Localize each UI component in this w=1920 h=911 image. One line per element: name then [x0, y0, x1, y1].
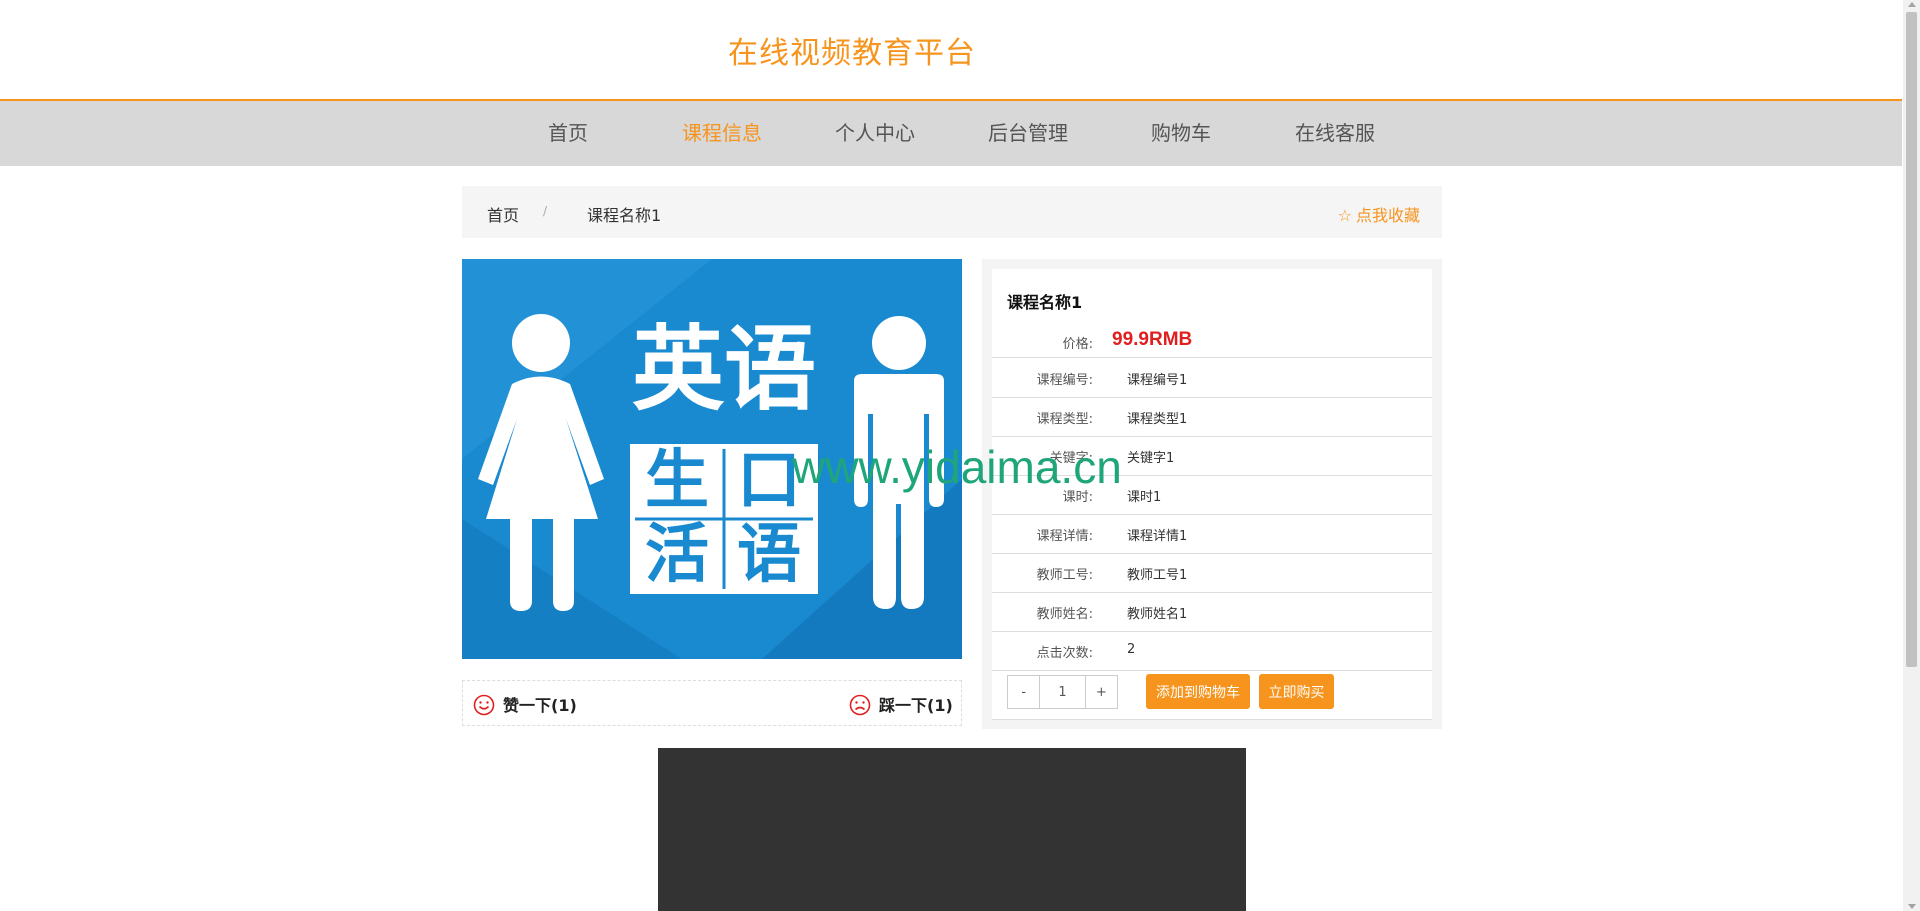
breadcrumb-current: 课程名称1 [587, 206, 662, 225]
nav-item-personal-center[interactable]: 个人中心 [835, 117, 915, 146]
star-icon: ☆ [1337, 206, 1352, 225]
page-scrollbar[interactable] [1903, 0, 1920, 911]
course-info-panel: 课程名称1 价格: 99.9RMB 课程编号: 课程编号1 课程类型: 课程类型… [982, 259, 1442, 729]
price-value: 99.9RMB [1112, 329, 1193, 350]
course-info-card: 课程名称1 价格: 99.9RMB 课程编号: 课程编号1 课程类型: 课程类型… [992, 269, 1432, 720]
detail-row: 点击次数: 2 [992, 631, 1432, 671]
detail-row: 课程类型: 课程类型1 [992, 397, 1432, 437]
scroll-up-arrow-icon[interactable] [1908, 2, 1916, 7]
detail-value: 课程类型1 [1127, 412, 1188, 427]
detail-value: 2 [1127, 642, 1136, 657]
price-row: 价格: 99.9RMB [992, 325, 1432, 358]
detail-label: 课程详情: [1036, 529, 1093, 544]
nav-item-home[interactable]: 首页 [548, 117, 588, 146]
smile-icon [473, 694, 495, 720]
quantity-stepper: - 1 + [1007, 675, 1118, 709]
downvote-button[interactable]: 踩一下(1) [849, 692, 953, 720]
scroll-down-arrow-icon[interactable] [1908, 904, 1916, 909]
nav-item-customer-service[interactable]: 在线客服 [1295, 117, 1375, 146]
detail-label: 教师姓名: [1036, 607, 1093, 622]
detail-label: 教师工号: [1036, 568, 1093, 583]
site-title: 在线视频教育平台 [728, 36, 976, 71]
favorite-button[interactable]: ☆ 点我收藏 [1338, 202, 1420, 226]
price-label: 价格: [1062, 337, 1093, 352]
upvote-label: 赞一下(1) [503, 696, 577, 715]
buy-now-button[interactable]: 立即购买 [1259, 674, 1334, 709]
upvote-button[interactable]: 赞一下(1) [473, 692, 577, 720]
detail-label: 点击次数: [1036, 646, 1093, 661]
divider [992, 719, 1432, 720]
image-grid-char-3: 活 [645, 518, 709, 592]
detail-value: 课程详情1 [1127, 529, 1188, 544]
detail-value: 课程编号1 [1127, 373, 1188, 388]
detail-label: 课程编号: [1036, 373, 1093, 388]
detail-value: 关键字1 [1127, 451, 1175, 466]
nav-item-course-info[interactable]: 课程信息 [682, 117, 762, 146]
breadcrumb: 首页 / 课程名称1 ☆ 点我收藏 [462, 186, 1442, 238]
detail-row: 教师工号: 教师工号1 [992, 553, 1432, 593]
course-title: 课程名称1 [1007, 293, 1083, 312]
scrollbar-thumb[interactable] [1906, 12, 1917, 667]
breadcrumb-home-link[interactable]: 首页 [487, 202, 519, 226]
favorite-label: 点我收藏 [1355, 206, 1420, 225]
video-player[interactable] [658, 748, 1246, 911]
vote-bar: 赞一下(1) 踩一下(1) [462, 680, 962, 726]
watermark-text: www.yidaima.cn [792, 441, 1122, 493]
image-grid-char-1: 生 [645, 444, 709, 518]
nav-item-admin[interactable]: 后台管理 [988, 117, 1068, 146]
detail-row: 课程编号: 课程编号1 [992, 358, 1432, 398]
detail-label: 课程类型: [1036, 412, 1093, 427]
image-grid-char-4: 语 [737, 518, 801, 592]
add-to-cart-button[interactable]: 添加到购物车 [1146, 674, 1250, 709]
detail-row: 课程详情: 课程详情1 [992, 514, 1432, 554]
detail-value: 教师姓名1 [1127, 607, 1188, 622]
downvote-label: 踩一下(1) [879, 696, 953, 715]
quantity-decrease-button[interactable]: - [1008, 676, 1039, 708]
quantity-input[interactable]: 1 [1039, 676, 1086, 708]
breadcrumb-separator: / [543, 204, 548, 218]
detail-value: 课时1 [1127, 490, 1162, 505]
detail-value: 教师工号1 [1127, 568, 1188, 583]
quantity-increase-button[interactable]: + [1086, 676, 1117, 708]
frown-icon [849, 694, 871, 720]
main-nav: 首页 课程信息 个人中心 后台管理 购物车 在线客服 [0, 99, 1902, 166]
detail-row: 教师姓名: 教师姓名1 [992, 592, 1432, 632]
image-title-text: 英语 [632, 316, 816, 423]
nav-item-cart[interactable]: 购物车 [1151, 117, 1211, 146]
